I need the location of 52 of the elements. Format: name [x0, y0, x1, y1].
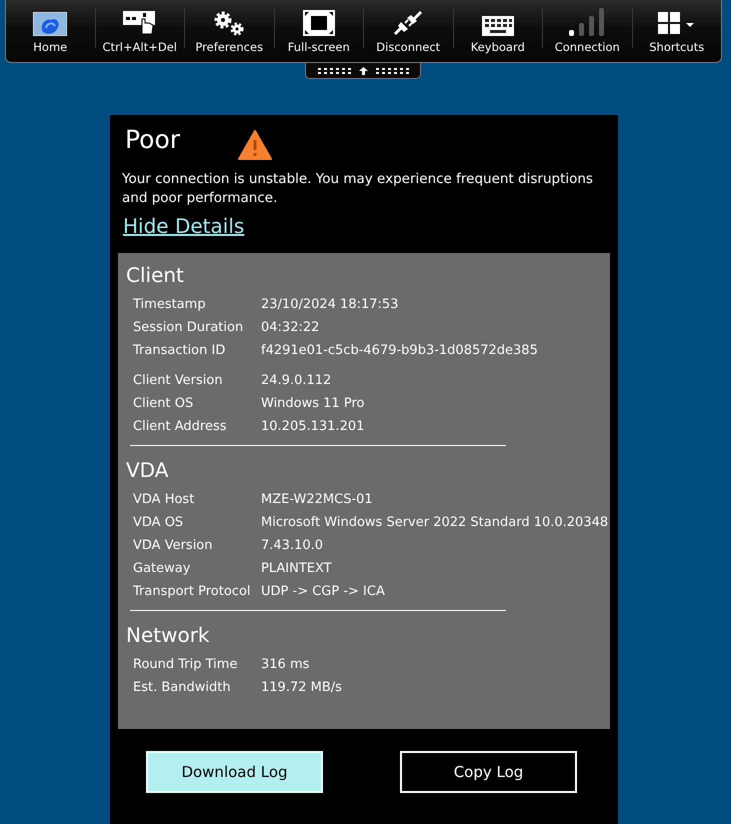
detail-value: 10.205.131.201 — [261, 418, 364, 436]
download-log-button[interactable]: Download Log — [146, 751, 323, 793]
status-title: Poor — [125, 125, 182, 154]
toolbar-button[interactable]: Connection — [543, 0, 632, 62]
warning-icon — [238, 130, 272, 160]
keyboard-icon — [482, 16, 514, 36]
detail-label: VDA OS — [133, 514, 184, 532]
keys-pointer-icon — [122, 10, 157, 36]
unplugged-cable-icon — [393, 10, 424, 36]
toolbar-button[interactable]: Ctrl+Alt+Del — [96, 0, 184, 62]
toolbar-button[interactable]: Disconnect — [364, 0, 452, 62]
detail-value: 23/10/2024 18:17:53 — [261, 296, 398, 314]
detail-label: Transport Protocol — [133, 583, 252, 601]
detail-value: f4291e01-c5cb-4679-b9b3-1d08572de385 — [261, 342, 538, 360]
detail-value: UDP -> CGP -> ICA — [261, 583, 385, 601]
toolbar-button[interactable]: Shortcuts — [632, 0, 721, 62]
detail-label: Client Address — [133, 418, 228, 436]
detail-value: 7.43.10.0 — [261, 537, 324, 555]
detail-label: VDA Version — [133, 537, 214, 555]
hide-details-link[interactable]: Hide Details — [123, 214, 244, 238]
grid-dropdown-icon — [658, 12, 696, 36]
detail-value: 316 ms — [261, 656, 310, 674]
detail-label: Client Version — [133, 372, 224, 390]
toolbar-button[interactable]: Full-screen — [274, 0, 363, 62]
fullscreen-icon — [302, 10, 335, 36]
copy-log-button[interactable]: Copy Log — [400, 751, 577, 793]
gears-icon — [212, 10, 246, 36]
detail-label: Est. Bandwidth — [133, 679, 232, 697]
detail-label: Session Duration — [133, 319, 244, 337]
section-heading: Client — [126, 263, 185, 287]
detail-value: 24.9.0.112 — [261, 372, 332, 390]
detail-value: 119.72 MB/s — [261, 679, 342, 697]
toolbar-handle[interactable] — [305, 63, 421, 79]
detail-value: MZE-W22MCS-01 — [261, 491, 373, 509]
detail-value: Microsoft Windows Server 2022 Standard 10.0.20348 — [261, 514, 608, 532]
detail-label: Timestamp — [133, 296, 207, 314]
status-message: Your connection is unstable. You may experience frequent disruptions and poor performance. — [122, 170, 594, 208]
detail-label: Client OS — [133, 395, 194, 413]
section-heading: Network — [126, 623, 211, 647]
home-screen-icon — [33, 12, 68, 36]
detail-value: Windows 11 Pro — [261, 395, 364, 413]
toolbar-button[interactable]: Keyboard — [454, 0, 542, 62]
detail-label: VDA Host — [133, 491, 196, 509]
signal-bars-icon — [568, 8, 606, 36]
detail-label: Round Trip Time — [133, 656, 238, 674]
section-heading: VDA — [126, 458, 170, 482]
toolbar-button[interactable]: Preferences — [185, 0, 274, 62]
detail-value: PLAINTEXT — [261, 560, 332, 578]
toolbar-button[interactable]: Home — [6, 0, 94, 62]
detail-value: 04:32:22 — [261, 319, 320, 337]
detail-label: Gateway — [133, 560, 192, 578]
detail-label: Transaction ID — [133, 342, 226, 360]
